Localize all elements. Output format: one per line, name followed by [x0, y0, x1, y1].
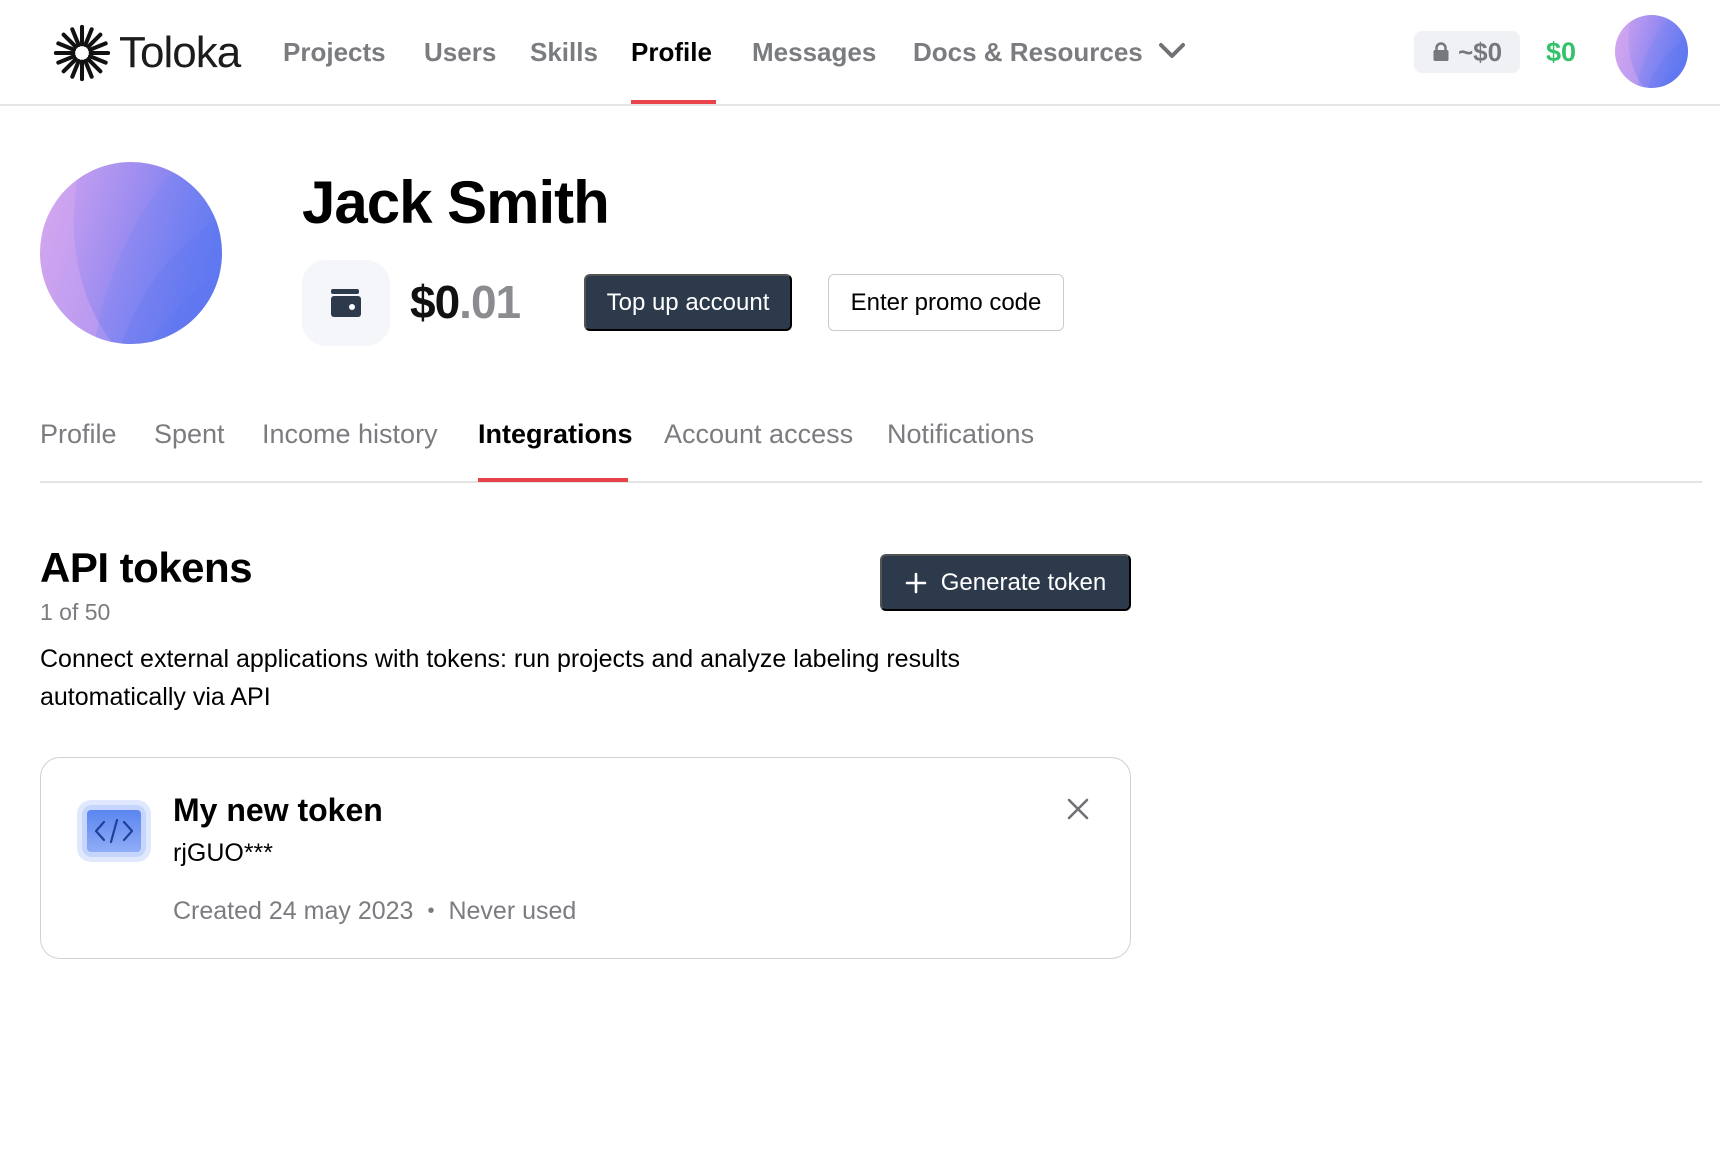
- tab-integrations[interactable]: Integrations: [478, 416, 633, 452]
- toloka-sunburst-icon: [53, 24, 111, 82]
- api-tokens-title: API tokens: [40, 544, 253, 591]
- logo-text: Toloka: [119, 28, 241, 77]
- plus-icon: [905, 572, 927, 593]
- toloka-logo[interactable]: Toloka: [53, 24, 241, 82]
- token-count: 1 of 50: [40, 599, 111, 625]
- balance-fraction: .01: [459, 276, 521, 328]
- close-icon[interactable]: [1065, 796, 1091, 822]
- token-created-date: Created 24 may 2023: [173, 897, 414, 925]
- tab-active-indicator: [478, 478, 628, 482]
- nav-projects[interactable]: Projects: [283, 34, 386, 70]
- wallet-badge: [302, 260, 390, 346]
- tab-account-access[interactable]: Account access: [664, 416, 853, 452]
- tab-spent[interactable]: Spent: [154, 416, 225, 452]
- nav-docs-resources[interactable]: Docs & Resources: [913, 34, 1143, 70]
- avatar-gradient-image: [1615, 15, 1688, 88]
- nav-skills[interactable]: Skills: [530, 34, 598, 70]
- account-balance: $0.01: [410, 272, 521, 332]
- meta-separator: •: [427, 900, 435, 922]
- top-navigation-bar: Toloka Projects Users Skills Profile Mes…: [0, 0, 1720, 106]
- avatar-gradient-image: [40, 162, 222, 344]
- lock-icon: [1433, 42, 1449, 61]
- user-avatar[interactable]: [1615, 15, 1688, 88]
- user-name: Jack Smith: [302, 169, 610, 236]
- nav-profile[interactable]: Profile: [631, 34, 712, 70]
- chevron-down-icon[interactable]: [1158, 40, 1186, 62]
- header-balance[interactable]: $0: [1546, 34, 1576, 70]
- generate-token-button[interactable]: Generate token: [880, 554, 1131, 611]
- tabs-divider: [40, 481, 1702, 483]
- code-icon: [77, 800, 151, 862]
- api-tokens-description: Connect external applications with token…: [40, 645, 960, 711]
- tab-notifications[interactable]: Notifications: [887, 416, 1034, 452]
- token-value: rjGUO***: [173, 839, 274, 867]
- tab-profile[interactable]: Profile: [40, 416, 117, 452]
- locked-balance-badge[interactable]: ~$0: [1414, 31, 1520, 73]
- locked-balance-amount: ~$0: [1457, 36, 1503, 67]
- nav-active-indicator: [631, 100, 716, 104]
- tab-income-history[interactable]: Income history: [262, 416, 438, 452]
- token-name: My new token: [173, 792, 383, 828]
- balance-integer: $0: [410, 276, 460, 328]
- token-card: My new token rjGUO*** Created 24 may 202…: [40, 757, 1131, 959]
- nav-messages[interactable]: Messages: [752, 34, 876, 70]
- nav-users[interactable]: Users: [424, 34, 496, 70]
- token-meta: Created 24 may 2023 • Never used: [173, 894, 576, 928]
- token-usage-status: Never used: [448, 897, 577, 925]
- profile-avatar[interactable]: [40, 162, 222, 344]
- top-up-account-button[interactable]: Top up account: [584, 274, 792, 331]
- enter-promo-code-button[interactable]: Enter promo code: [828, 274, 1064, 331]
- wallet-icon: [331, 289, 361, 317]
- generate-token-label: Generate token: [940, 568, 1107, 596]
